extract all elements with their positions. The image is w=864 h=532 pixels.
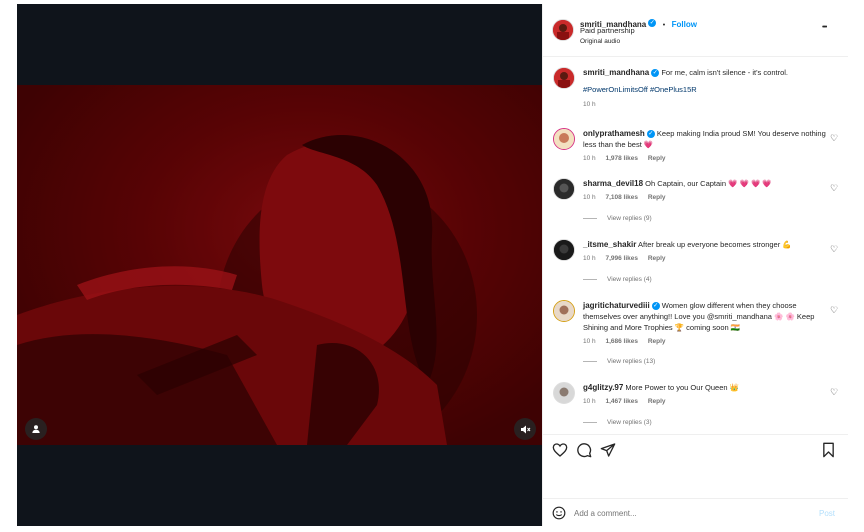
comment-text: Oh Captain, our Captain 💗 💗 💗 💗 <box>645 179 772 188</box>
caption-text: For me, calm isn't silence - it's contro… <box>661 68 788 77</box>
like-heart-icon[interactable]: ♡ <box>830 244 838 255</box>
comment-time: 10 h <box>583 338 596 345</box>
comment-time: 10 h <box>583 398 596 405</box>
comment-likes[interactable]: 7,108 likes <box>605 194 638 201</box>
verified-badge-icon: ✓ <box>646 130 655 139</box>
like-heart-icon[interactable]: ♡ <box>830 387 838 398</box>
comment-likes[interactable]: 1,467 likes <box>605 398 638 405</box>
tagged-user-button[interactable] <box>25 418 47 440</box>
post-comment-button[interactable]: Post <box>819 509 835 518</box>
reply-button[interactable]: Reply <box>648 194 666 201</box>
view-replies-button[interactable]: View replies (4) <box>583 276 652 283</box>
comment-username[interactable]: sharma_devil18 <box>583 179 643 188</box>
reply-button[interactable]: Reply <box>648 338 666 345</box>
avatar-image <box>554 179 574 199</box>
like-heart-icon[interactable]: ♡ <box>830 305 838 316</box>
verified-badge-icon: ✓ <box>648 18 657 27</box>
comment-time: 10 h <box>583 155 596 162</box>
commenter-avatar[interactable] <box>553 382 575 404</box>
comment-text: More Power to you Our Queen 👑 <box>625 383 739 392</box>
avatar-image <box>554 68 574 88</box>
paid-partnership-label[interactable]: Paid partnership <box>580 26 635 35</box>
comment-likes[interactable]: 1,978 likes <box>605 155 638 162</box>
verified-badge-icon: ✓ <box>651 69 660 78</box>
avatar-image <box>554 301 574 321</box>
caption-time: 10 h <box>583 101 596 108</box>
view-replies-button[interactable]: View replies (9) <box>583 215 652 222</box>
caption-avatar[interactable] <box>553 67 575 89</box>
comment-username[interactable]: jagritichaturvediii <box>583 301 650 310</box>
comment-likes[interactable]: 1,686 likes <box>605 338 638 345</box>
muted-speaker-icon <box>520 425 530 433</box>
view-replies-button[interactable]: View replies (3) <box>583 419 652 426</box>
avatar-image <box>553 20 573 40</box>
separator-dot: • <box>662 22 666 29</box>
caption-username[interactable]: smriti_mandhana <box>583 68 649 77</box>
post-sidebar: smriti_mandhana ✓ • Follow Paid partnersh… <box>542 4 848 526</box>
mute-button[interactable] <box>514 418 536 440</box>
commenter-avatar[interactable] <box>553 300 575 322</box>
comment-time: 10 h <box>583 255 596 262</box>
audio-label[interactable]: Original audio <box>580 38 620 45</box>
view-replies-button[interactable]: View replies (13) <box>583 358 655 365</box>
comment-meta: 10 h 1,978 likes Reply <box>583 153 828 164</box>
avatar-image <box>554 240 574 260</box>
comment-body: _itsme_shakir After break up everyone be… <box>583 239 828 264</box>
comment-meta: 10 h 1,467 likes Reply <box>583 396 828 407</box>
comment-username[interactable]: onlyprathamesh <box>583 129 645 138</box>
comment-meta: 10 h 1,686 likes Reply <box>583 336 828 347</box>
video-player[interactable] <box>17 4 542 526</box>
commenter-avatar[interactable] <box>553 128 575 150</box>
reply-button[interactable]: Reply <box>648 155 666 162</box>
reply-button[interactable]: Reply <box>648 255 666 262</box>
video-frame[interactable] <box>17 85 542 445</box>
add-comment-bar: Post <box>543 498 848 527</box>
save-bookmark-icon[interactable] <box>821 442 836 458</box>
like-heart-icon[interactable]: ♡ <box>830 183 838 194</box>
emoji-smiley-icon[interactable] <box>552 506 566 520</box>
comment-body: g4glitzy.97 More Power to you Our Queen … <box>583 382 828 407</box>
comment-meta: 10 h 7,108 likes Reply <box>583 192 828 203</box>
like-heart-icon[interactable] <box>552 442 568 458</box>
caption-body: smriti_mandhana ✓ For me, calm isn't sile… <box>583 67 828 110</box>
avatar-image <box>554 383 574 403</box>
like-heart-icon[interactable]: ♡ <box>830 133 838 144</box>
commenter-avatar[interactable] <box>553 178 575 200</box>
comment-input[interactable] <box>574 505 794 521</box>
comment-body: sharma_devil18 Oh Captain, our Captain 💗… <box>583 178 828 203</box>
comment-text: After break up everyone becomes stronger… <box>638 240 792 249</box>
comment-body: jagritichaturvediii ✓ Women glow differen… <box>583 300 828 347</box>
follow-button[interactable]: Follow <box>672 20 697 29</box>
comment-meta: 10 h 7,996 likes Reply <box>583 253 828 264</box>
avatar-image <box>554 129 574 149</box>
post-header: smriti_mandhana ✓ • Follow Paid partnersh… <box>543 4 848 57</box>
commenter-avatar[interactable] <box>553 239 575 261</box>
more-options-icon[interactable]: ••• <box>822 24 827 31</box>
comment-likes[interactable]: 7,996 likes <box>605 255 638 262</box>
comment-body: onlyprathamesh ✓ Keep making India proud … <box>583 128 828 164</box>
video-still-illustration <box>17 85 542 445</box>
user-icon <box>32 425 40 433</box>
reply-button[interactable]: Reply <box>648 398 666 405</box>
comment-username[interactable]: g4glitzy.97 <box>583 383 623 392</box>
comment-time: 10 h <box>583 194 596 201</box>
share-send-icon[interactable] <box>600 442 616 458</box>
comment-username[interactable]: _itsme_shakir <box>583 240 636 249</box>
author-avatar[interactable] <box>552 19 574 41</box>
verified-badge-icon: ✓ <box>651 302 660 311</box>
caption-hashtags[interactable]: #PowerOnLimitsOff #OnePlus15R <box>583 84 828 95</box>
comment-bubble-icon[interactable] <box>576 442 592 458</box>
action-bar <box>543 434 848 499</box>
